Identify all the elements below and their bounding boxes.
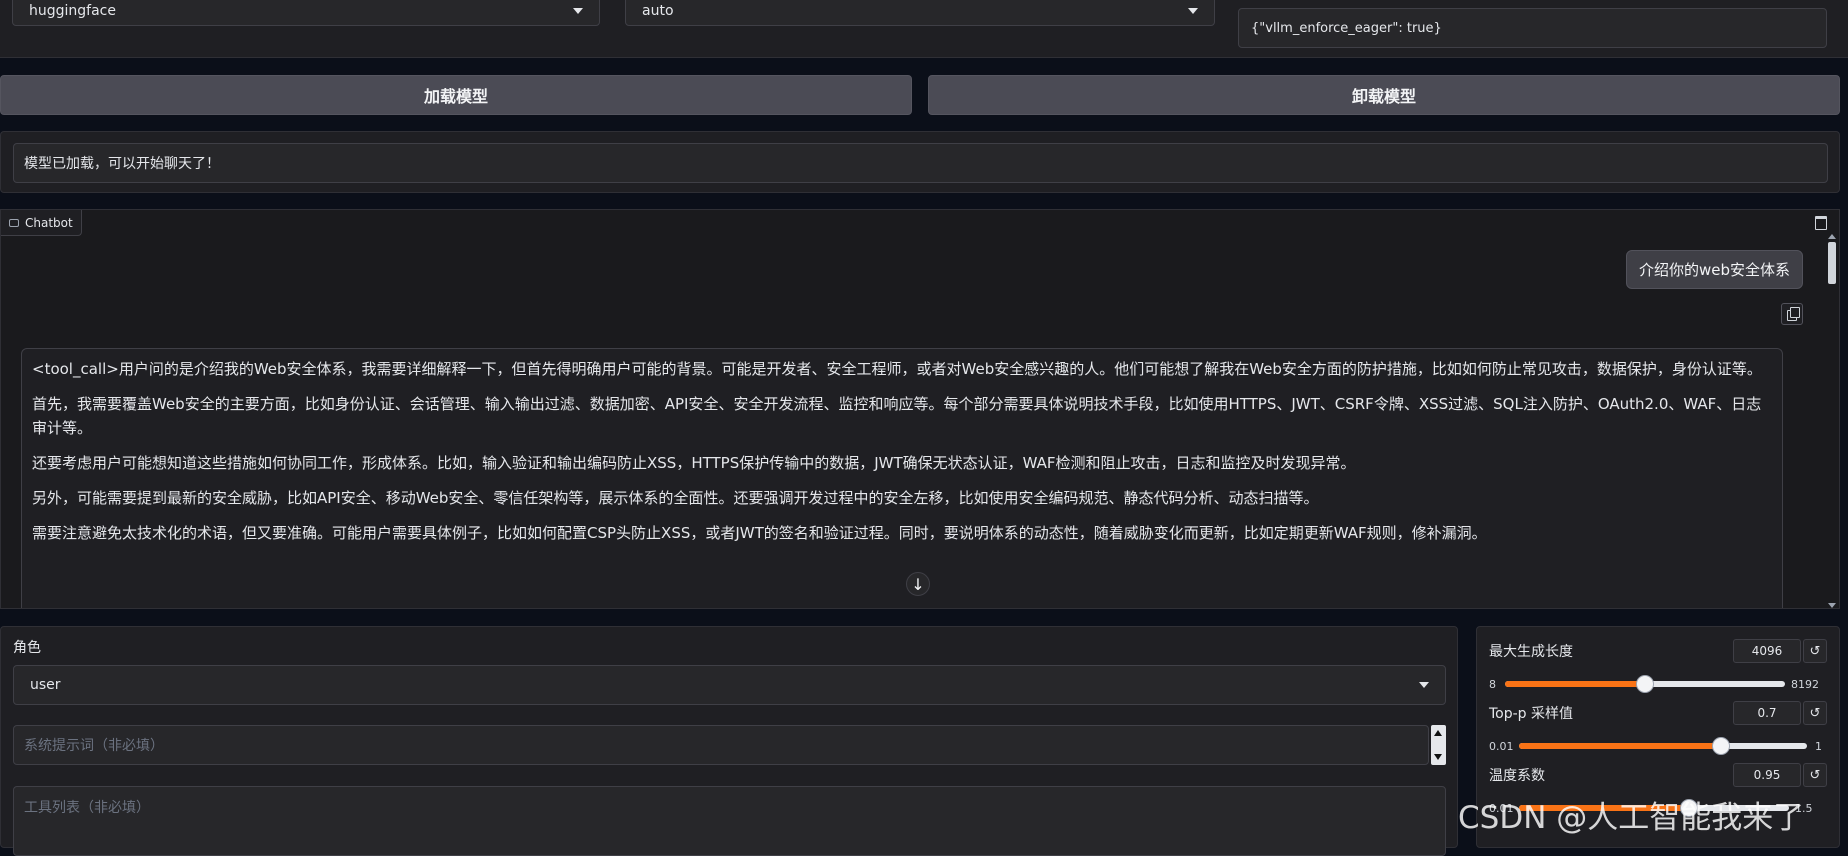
role-dropdown[interactable]: user <box>13 665 1446 705</box>
infer-args-value: {"vllm_enforce_eager": true} <box>1251 20 1442 36</box>
scroll-down-arrow-icon[interactable] <box>1434 754 1442 760</box>
unload-model-button[interactable]: 卸载模型 <box>928 75 1840 115</box>
role-value: user <box>30 677 61 693</box>
copy-icon[interactable] <box>1781 303 1803 325</box>
max-length-number-input[interactable]: 4096 <box>1733 639 1801 663</box>
system-prompt-scrollbar[interactable] <box>1431 725 1446 765</box>
watermark: CSDN @人工智能我来了 <box>1458 800 1805 836</box>
scrollbar-thumb[interactable] <box>1828 242 1836 284</box>
reset-icon[interactable]: ↺ <box>1803 639 1827 663</box>
config-row: huggingface auto {"vllm_enforce_eager": … <box>0 0 1848 58</box>
chevron-down-icon <box>1419 682 1429 688</box>
bot-message: <tool_call>用户问的是介绍我的Web安全体系，我需要详细解释一下，但首… <box>21 348 1783 608</box>
scroll-down-arrow-icon[interactable] <box>1828 603 1836 608</box>
top-p-min: 0.01 <box>1489 740 1514 753</box>
chevron-down-icon <box>1188 8 1198 14</box>
slider-fill <box>1505 681 1645 687</box>
temperature-label: 温度系数 <box>1489 768 1545 784</box>
max-length-max: 8192 <box>1791 678 1819 691</box>
bot-paragraph: 需要注意避免太技术化的术语，但又要准确。可能用户需要具体例子，比如如何配置CSP… <box>32 524 1487 542</box>
reset-icon[interactable]: ↺ <box>1803 701 1827 725</box>
top-p-label: Top-p 采样值 <box>1489 706 1574 722</box>
bot-paragraph: 另外，可能需要提到最新的安全威胁，比如API安全、移动Web安全、零信任架构等，… <box>32 489 1319 507</box>
bot-paragraph: <tool_call>用户问的是介绍我的Web安全体系，我需要详细解释一下，但首… <box>32 360 1762 378</box>
max-length-label: 最大生成长度 <box>1489 644 1573 660</box>
slider-fill <box>1519 743 1721 749</box>
status-textbox[interactable]: 模型已加载，可以开始聊天了！ <box>13 143 1828 183</box>
infer-args-input[interactable]: {"vllm_enforce_eager": true} <box>1238 8 1827 48</box>
chatbot-panel: Chatbot 介绍你的web安全体系 <tool_call>用户问的是介绍我的… <box>0 209 1840 609</box>
tools-placeholder: 工具列表（非必填） <box>24 800 150 816</box>
top-p-max: 1 <box>1815 740 1822 753</box>
max-length-min: 8 <box>1489 678 1496 691</box>
input-panel: 角色 user 系统提示词（非必填） 工具列表（非必填） <box>0 626 1458 856</box>
slider-knob[interactable] <box>1636 675 1654 693</box>
bot-paragraph: 首先，我需要覆盖Web安全的主要方面，比如身份认证、会话管理、输入输出过滤、数据… <box>32 395 1762 437</box>
scroll-up-arrow-icon[interactable] <box>1828 234 1836 239</box>
dtype-value: auto <box>642 3 674 19</box>
status-text: 模型已加载，可以开始聊天了！ <box>24 156 220 172</box>
scroll-up-arrow-icon[interactable] <box>1434 730 1442 736</box>
trash-icon[interactable] <box>1815 216 1827 230</box>
chevron-down-icon <box>573 8 583 14</box>
status-panel: 模型已加载，可以开始聊天了！ <box>0 131 1840 193</box>
chat-icon <box>9 218 19 227</box>
model-source-value: huggingface <box>29 3 116 19</box>
system-prompt-placeholder: 系统提示词（非必填） <box>24 738 164 754</box>
temperature-number-input[interactable]: 0.95 <box>1733 763 1801 787</box>
dtype-dropdown[interactable]: auto <box>625 0 1215 26</box>
bot-paragraph: 还要考虑用户可能想知道这些措施如何协同工作，形成体系。比如，输入验证和输出编码防… <box>32 454 1356 472</box>
max-length-slider[interactable] <box>1505 675 1785 693</box>
chatbot-label-text: Chatbot <box>25 215 73 230</box>
reset-icon[interactable]: ↺ <box>1803 763 1827 787</box>
top-p-slider[interactable] <box>1519 737 1807 755</box>
user-message: 介绍你的web安全体系 <box>1625 250 1803 289</box>
scroll-to-bottom-button[interactable]: ↓ <box>906 572 930 596</box>
model-source-dropdown[interactable]: huggingface <box>12 0 600 26</box>
slider-knob[interactable] <box>1711 737 1730 755</box>
load-model-button[interactable]: 加载模型 <box>0 75 912 115</box>
system-prompt-input[interactable]: 系统提示词（非必填） <box>13 725 1429 765</box>
tools-input[interactable]: 工具列表（非必填） <box>13 786 1446 856</box>
top-p-number-input[interactable]: 0.7 <box>1733 701 1801 725</box>
role-label: 角色 <box>13 640 41 656</box>
chat-scrollbar[interactable] <box>1825 232 1839 608</box>
chatbot-label: Chatbot <box>1 210 82 236</box>
